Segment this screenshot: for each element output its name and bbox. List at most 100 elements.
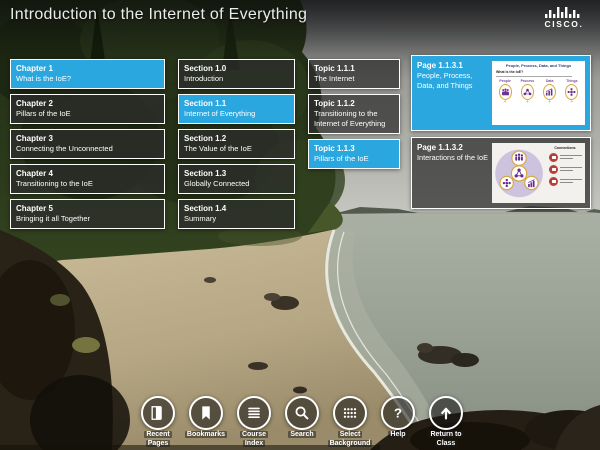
- thumbnail-item-things: Things +: [563, 79, 581, 104]
- course-index-screen: Introduction to the Internet of Everythi…: [0, 0, 600, 450]
- grid-dots-icon: [343, 408, 357, 418]
- connection-badge-icon: [549, 165, 558, 174]
- chapter-subtitle: Bringing it all Together: [16, 214, 91, 223]
- page-title: Introduction to the Internet of Everythi…: [10, 6, 308, 23]
- topic-subtitle: The Internet: [314, 74, 355, 83]
- page-1-1-3-2-item[interactable]: Page 1.1.3.2 Interactions of the IoE Con…: [411, 137, 591, 209]
- toolbar-disc: [141, 396, 175, 430]
- toolbar-button-return-to-class[interactable]: Return to Class: [422, 396, 470, 448]
- section-subtitle: The Value of the IoE: [184, 144, 252, 153]
- page-1-1-3-1-item[interactable]: Page 1.1.3.1 People, Process, Data, and …: [411, 55, 591, 131]
- plus-marker: +: [548, 98, 551, 104]
- toolbar-disc: [285, 396, 319, 430]
- process-icon: [523, 88, 532, 96]
- chapter-title: Chapter 1: [16, 64, 53, 73]
- arrow-up-icon: [441, 407, 451, 420]
- svg-text:?: ?: [394, 406, 402, 421]
- page-1-1-3-1-thumbnail: People, Process, Data, and Things What i…: [492, 61, 585, 125]
- page-title: Page 1.1.3.1: [417, 61, 463, 70]
- recent-pages-icon: [151, 406, 162, 420]
- thumbnail-item-data: Data +: [541, 79, 559, 104]
- connection-row: [549, 165, 582, 174]
- section-title: Section 1.3: [184, 169, 227, 178]
- page-title: Page 1.1.3.2: [417, 143, 463, 152]
- thumbnail-icon-row: People + Process + Data + Things +: [492, 79, 585, 104]
- topic-1-1-3-item[interactable]: Topic 1.1.3 Pillars of the IoE: [308, 139, 400, 169]
- sections-column: Section 1.0 Introduction Section 1.1 Int…: [178, 59, 295, 229]
- toolbar-disc: [189, 396, 223, 430]
- chapter-subtitle: Connecting the Unconnected: [16, 144, 113, 153]
- chapter-4-item[interactable]: Chapter 4 Transitioning to the IoE: [10, 164, 165, 194]
- toolbar-label: Search: [288, 431, 316, 438]
- bookmark-icon: [202, 406, 210, 420]
- plus-marker: +: [503, 98, 507, 104]
- toolbar-button-recent-pages[interactable]: Recent Pages: [134, 396, 182, 448]
- section-title: Section 1.0: [184, 64, 227, 73]
- section-1-3-item[interactable]: Section 1.3 Globally Connected: [178, 164, 295, 194]
- chapter-subtitle: Transitioning to the IoE: [16, 179, 93, 188]
- chapter-title: Chapter 4: [16, 169, 53, 178]
- thumbnail-text-line: [496, 75, 573, 77]
- toolbar-button-help[interactable]: ? Help: [374, 396, 422, 448]
- chapter-title: Chapter 5: [16, 204, 53, 213]
- connections-list: Connections: [548, 143, 585, 203]
- chapter-title: Chapter 2: [16, 99, 53, 108]
- topic-subtitle: Pillars of the IoE: [314, 154, 369, 163]
- toolbar-disc: ?: [381, 396, 415, 430]
- thumbnail-title: People, Process, Data, and Things: [505, 63, 572, 68]
- data-bar-chart-icon: [545, 88, 553, 96]
- connections-heading: Connections: [554, 146, 576, 150]
- thumbnail-item-process: Process +: [518, 79, 536, 104]
- topic-1-1-2-item[interactable]: Topic 1.1.2 Transitioning to the Interne…: [308, 94, 400, 134]
- things-icon: [568, 88, 576, 96]
- section-1-4-item[interactable]: Section 1.4 Summary: [178, 199, 295, 229]
- section-1-1-item[interactable]: Section 1.1 Internet of Everything: [178, 94, 295, 124]
- cisco-logo: CISCO.: [541, 7, 587, 29]
- topic-1-1-1-item[interactable]: Topic 1.1.1 The Internet: [308, 59, 400, 89]
- toolbar-label: Help: [388, 431, 408, 438]
- toolbar-button-course-index[interactable]: Course Index: [230, 396, 278, 448]
- connection-row: [549, 177, 582, 186]
- people-icon: [515, 153, 524, 161]
- chapter-subtitle: Pillars of the IoE: [16, 109, 71, 118]
- chapter-2-item[interactable]: Chapter 2 Pillars of the IoE: [10, 94, 165, 124]
- toolbar-button-bookmarks[interactable]: Bookmarks: [182, 396, 230, 448]
- section-subtitle: Summary: [184, 214, 217, 223]
- course-index-list-icon: [248, 407, 260, 418]
- section-title: Section 1.4: [184, 204, 227, 213]
- plus-marker: +: [526, 98, 529, 104]
- page-1-1-3-2-thumbnail: Connections: [492, 143, 585, 203]
- thumbnail-item-people: People +: [496, 79, 514, 104]
- plus-marker: +: [570, 98, 574, 104]
- section-title: Section 1.1: [184, 99, 227, 108]
- chapter-1-item[interactable]: Chapter 1 What is the IoE?: [10, 59, 165, 89]
- thumbnail-heading: What is the IoE?: [496, 70, 524, 74]
- pages-column: Page 1.1.3.1 People, Process, Data, and …: [411, 55, 591, 209]
- section-subtitle: Globally Connected: [184, 179, 250, 188]
- section-subtitle: Introduction: [184, 74, 224, 83]
- section-1-2-item[interactable]: Section 1.2 The Value of the IoE: [178, 129, 295, 159]
- toolbar-label: Select Background: [327, 431, 373, 447]
- topic-title: Topic 1.1.3: [314, 144, 355, 153]
- interactions-diagram: [495, 149, 543, 198]
- toolbar-button-search[interactable]: Search: [278, 396, 326, 448]
- question-mark-icon: ?: [394, 406, 402, 421]
- toolbar-label: Recent Pages: [144, 431, 172, 447]
- toolbar-label: Bookmarks: [184, 431, 228, 438]
- connection-badge-icon: [549, 153, 558, 162]
- cisco-logo-text: CISCO.: [544, 19, 584, 29]
- toolbar-button-select-background[interactable]: Select Background: [326, 396, 374, 448]
- section-subtitle: Internet of Everything: [184, 109, 256, 118]
- topic-subtitle: Transitioning to the Internet of Everyth…: [314, 109, 386, 128]
- page-subtitle: People, Process, Data, and Things: [417, 71, 473, 90]
- topic-title: Topic 1.1.2: [314, 99, 355, 108]
- chapters-column: Chapter 1 What is the IoE? Chapter 2 Pil…: [10, 59, 165, 229]
- chapter-subtitle: What is the IoE?: [16, 74, 72, 83]
- chapter-3-item[interactable]: Chapter 3 Connecting the Unconnected: [10, 129, 165, 159]
- page-subtitle: Interactions of the IoE: [417, 153, 488, 162]
- topic-title: Topic 1.1.1: [314, 64, 355, 73]
- section-1-0-item[interactable]: Section 1.0 Introduction: [178, 59, 295, 89]
- chapter-5-item[interactable]: Chapter 5 Bringing it all Together: [10, 199, 165, 229]
- toolbar: Recent Pages Bookmarks Course Index Sear…: [134, 396, 470, 448]
- connection-badge-icon: [549, 177, 558, 186]
